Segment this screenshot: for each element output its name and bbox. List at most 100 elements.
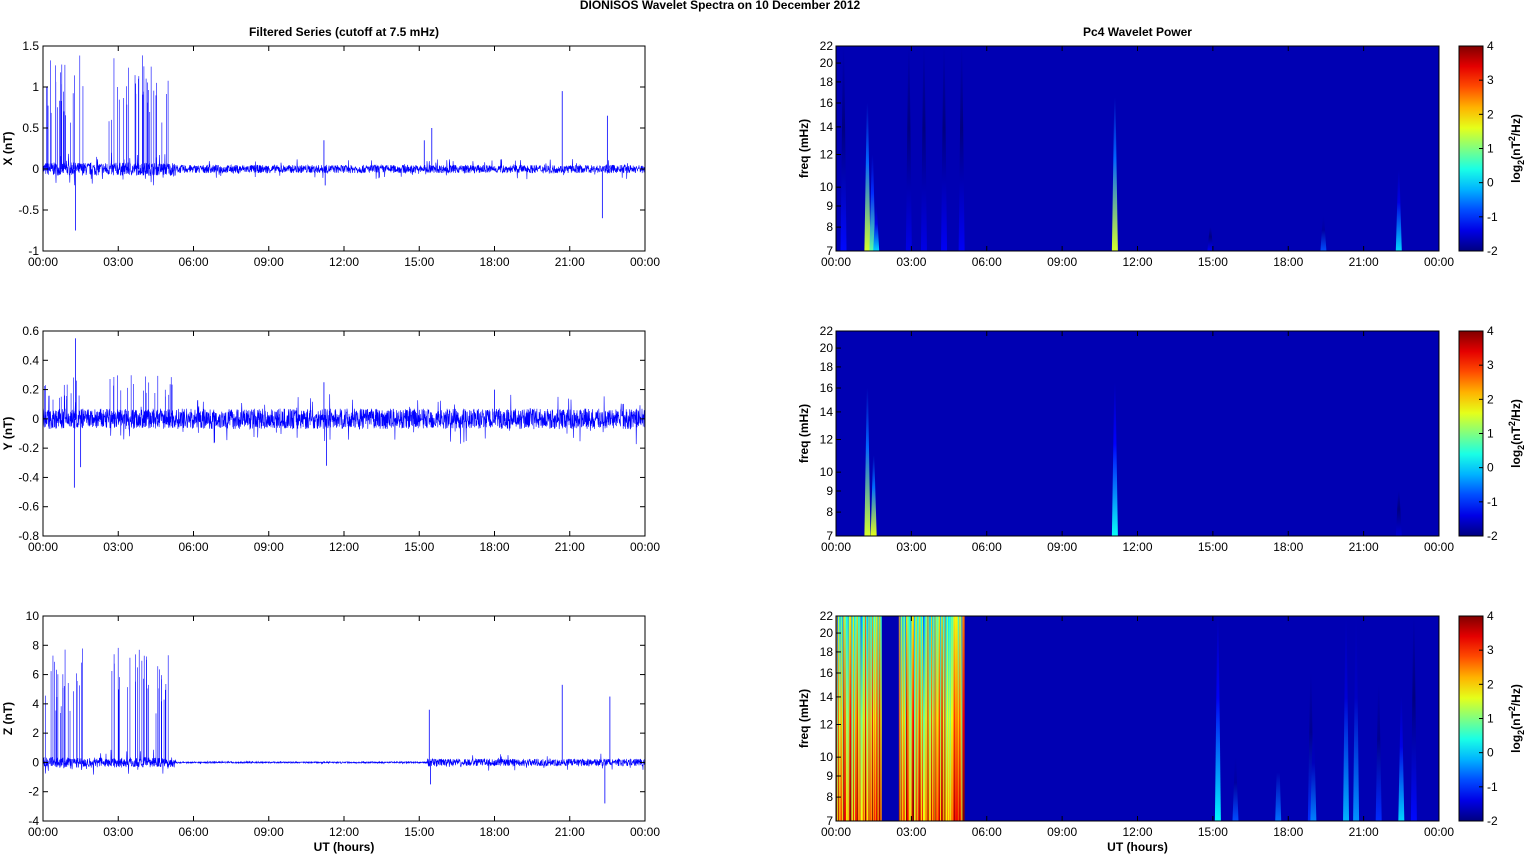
colorbar-tick-label: 3: [1487, 73, 1494, 87]
panel-title: Filtered Series (cutoff at 7.5 mHz): [249, 25, 439, 39]
colorbar-tick-label: 2: [1487, 107, 1494, 121]
colorbar-label: log2(nT2/Hz): [1507, 684, 1525, 753]
x-tick-label: 15:00: [404, 825, 434, 839]
y-tick-label: 0.2: [22, 383, 39, 397]
y-tick-label: 16: [820, 666, 834, 680]
colorbar-tick-label: -2: [1487, 814, 1498, 828]
x-tick-label: 09:00: [1047, 825, 1077, 839]
timeseries-panel-y: -0.8-0.6-0.4-0.200.20.40.6Y (nT)00:00 03:…: [1, 324, 660, 554]
colorbar-tick-label: 1: [1487, 142, 1494, 156]
x-axis-label: UT (hours): [314, 840, 375, 854]
panel-title: Pc4 Wavelet Power: [1083, 25, 1192, 39]
y-tick-label: 8: [826, 220, 833, 234]
plot-area: [42, 615, 646, 822]
y-tick-label: 4: [32, 697, 39, 711]
x-tick-label: 06:00: [972, 825, 1002, 839]
colorbar-tick-label: 3: [1487, 643, 1494, 657]
y-axis-label: freq (mHz): [797, 404, 811, 463]
colorbar: -2 -1 0 1 2 3 4 log2(nT2/Hz): [1458, 39, 1525, 258]
y-tick-label: -2: [28, 785, 39, 799]
x-tick-label: 09:00: [1047, 255, 1077, 269]
x-tick-label: 12:00: [329, 540, 359, 554]
colorbar: -2 -1 0 1 2 3 4 log2(nT2/Hz): [1458, 324, 1525, 543]
x-tick-label: 15:00: [404, 255, 434, 269]
x-tick-label: 21:00: [555, 825, 585, 839]
x-tick-label: 12:00: [1122, 540, 1152, 554]
y-tick-label: 12: [820, 433, 834, 447]
y-tick-label: 18: [820, 645, 834, 659]
x-tick-label: 03:00: [103, 540, 133, 554]
y-tick-label: 2: [32, 726, 39, 740]
figure-canvas: DIONISOS Wavelet Spectra on 10 December …: [1, 0, 1525, 854]
y-tick-label: 0.6: [22, 324, 39, 338]
heatmap-background: [836, 331, 1439, 536]
heatmap-cell: [880, 616, 882, 821]
colorbar-label: log2(nT2/Hz): [1507, 399, 1525, 468]
y-axis-label: freq (mHz): [797, 119, 811, 178]
x-tick-label: 00:00: [28, 540, 58, 554]
colorbar-tick-label: -1: [1487, 210, 1498, 224]
x-tick-label: 06:00: [972, 540, 1002, 554]
colorbar-label: log2(nT2/Hz): [1507, 114, 1525, 183]
y-tick-label: 9: [826, 484, 833, 498]
colorbar-tick-label: -2: [1487, 529, 1498, 543]
timeseries-panel-x: -1-0.500.511.5X (nT)Filtered Series (cut…: [1, 25, 660, 269]
x-tick-label: 00:00: [630, 540, 660, 554]
x-tick-label: 00:00: [1424, 540, 1454, 554]
x-tick-label: 18:00: [1273, 825, 1303, 839]
x-tick-label: 03:00: [103, 255, 133, 269]
colorbar-tick-label: 0: [1487, 746, 1494, 760]
y-tick-label: 9: [826, 769, 833, 783]
x-tick-label: 00:00: [821, 540, 851, 554]
y-tick-label: 20: [820, 626, 834, 640]
y-tick-label: 22: [820, 324, 834, 338]
x-tick-label: 15:00: [1198, 825, 1228, 839]
colorbar-tick-label: 4: [1487, 324, 1494, 338]
x-tick-label: 21:00: [1349, 825, 1379, 839]
wavelet-panel-2: 78910121416182022freq (mHz)00:00 03:00 06:…: [797, 324, 1525, 554]
x-tick-label: 09:00: [254, 255, 284, 269]
figure-title: DIONISOS Wavelet Spectra on 10 December …: [580, 0, 861, 12]
y-axis-label: X (nT): [1, 132, 15, 166]
y-tick-label: 0.5: [22, 121, 39, 135]
colorbar-tick-label: -1: [1487, 495, 1498, 509]
y-tick-label: 14: [820, 690, 834, 704]
x-tick-label: 00:00: [28, 255, 58, 269]
y-tick-label: 12: [820, 718, 834, 732]
colorbar-tick-label: 3: [1487, 358, 1494, 372]
colorbar-tick-label: -1: [1487, 780, 1498, 794]
y-tick-label: 14: [820, 405, 834, 419]
y-tick-label: 0: [32, 162, 39, 176]
y-tick-label: -0.4: [18, 470, 39, 484]
colorbar-tick-label: 2: [1487, 392, 1494, 406]
y-tick-label: 1: [32, 80, 39, 94]
colorbar-tick-label: 1: [1487, 427, 1494, 441]
x-tick-label: 00:00: [630, 825, 660, 839]
y-tick-label: -0.5: [18, 203, 39, 217]
y-tick-label: -0.6: [18, 500, 39, 514]
colorbar-tick-label: 0: [1487, 176, 1494, 190]
y-tick-label: 0.4: [22, 353, 39, 367]
wavelet-panel-1: 78910121416182022freq (mHz)Pc4 Wavelet P…: [797, 25, 1525, 269]
x-tick-label: 21:00: [555, 540, 585, 554]
x-tick-label: 12:00: [1122, 255, 1152, 269]
x-tick-label: 18:00: [479, 255, 509, 269]
x-tick-label: 15:00: [1198, 540, 1228, 554]
y-tick-label: 0: [32, 755, 39, 769]
y-tick-label: 9: [826, 199, 833, 213]
x-tick-label: 00:00: [821, 825, 851, 839]
colorbar-tick-label: -2: [1487, 244, 1498, 258]
x-tick-label: 21:00: [1349, 255, 1379, 269]
y-tick-label: 20: [820, 341, 834, 355]
x-tick-label: 00:00: [1424, 825, 1454, 839]
y-tick-label: 22: [820, 39, 834, 53]
y-tick-label: 16: [820, 381, 834, 395]
x-tick-label: 21:00: [555, 255, 585, 269]
y-tick-label: 8: [32, 638, 39, 652]
y-tick-label: 14: [820, 120, 834, 134]
y-tick-label: 10: [820, 465, 834, 479]
colorbar-tick-label: 0: [1487, 461, 1494, 475]
x-tick-label: 03:00: [896, 255, 926, 269]
y-tick-label: 12: [820, 148, 834, 162]
x-tick-label: 12:00: [329, 825, 359, 839]
